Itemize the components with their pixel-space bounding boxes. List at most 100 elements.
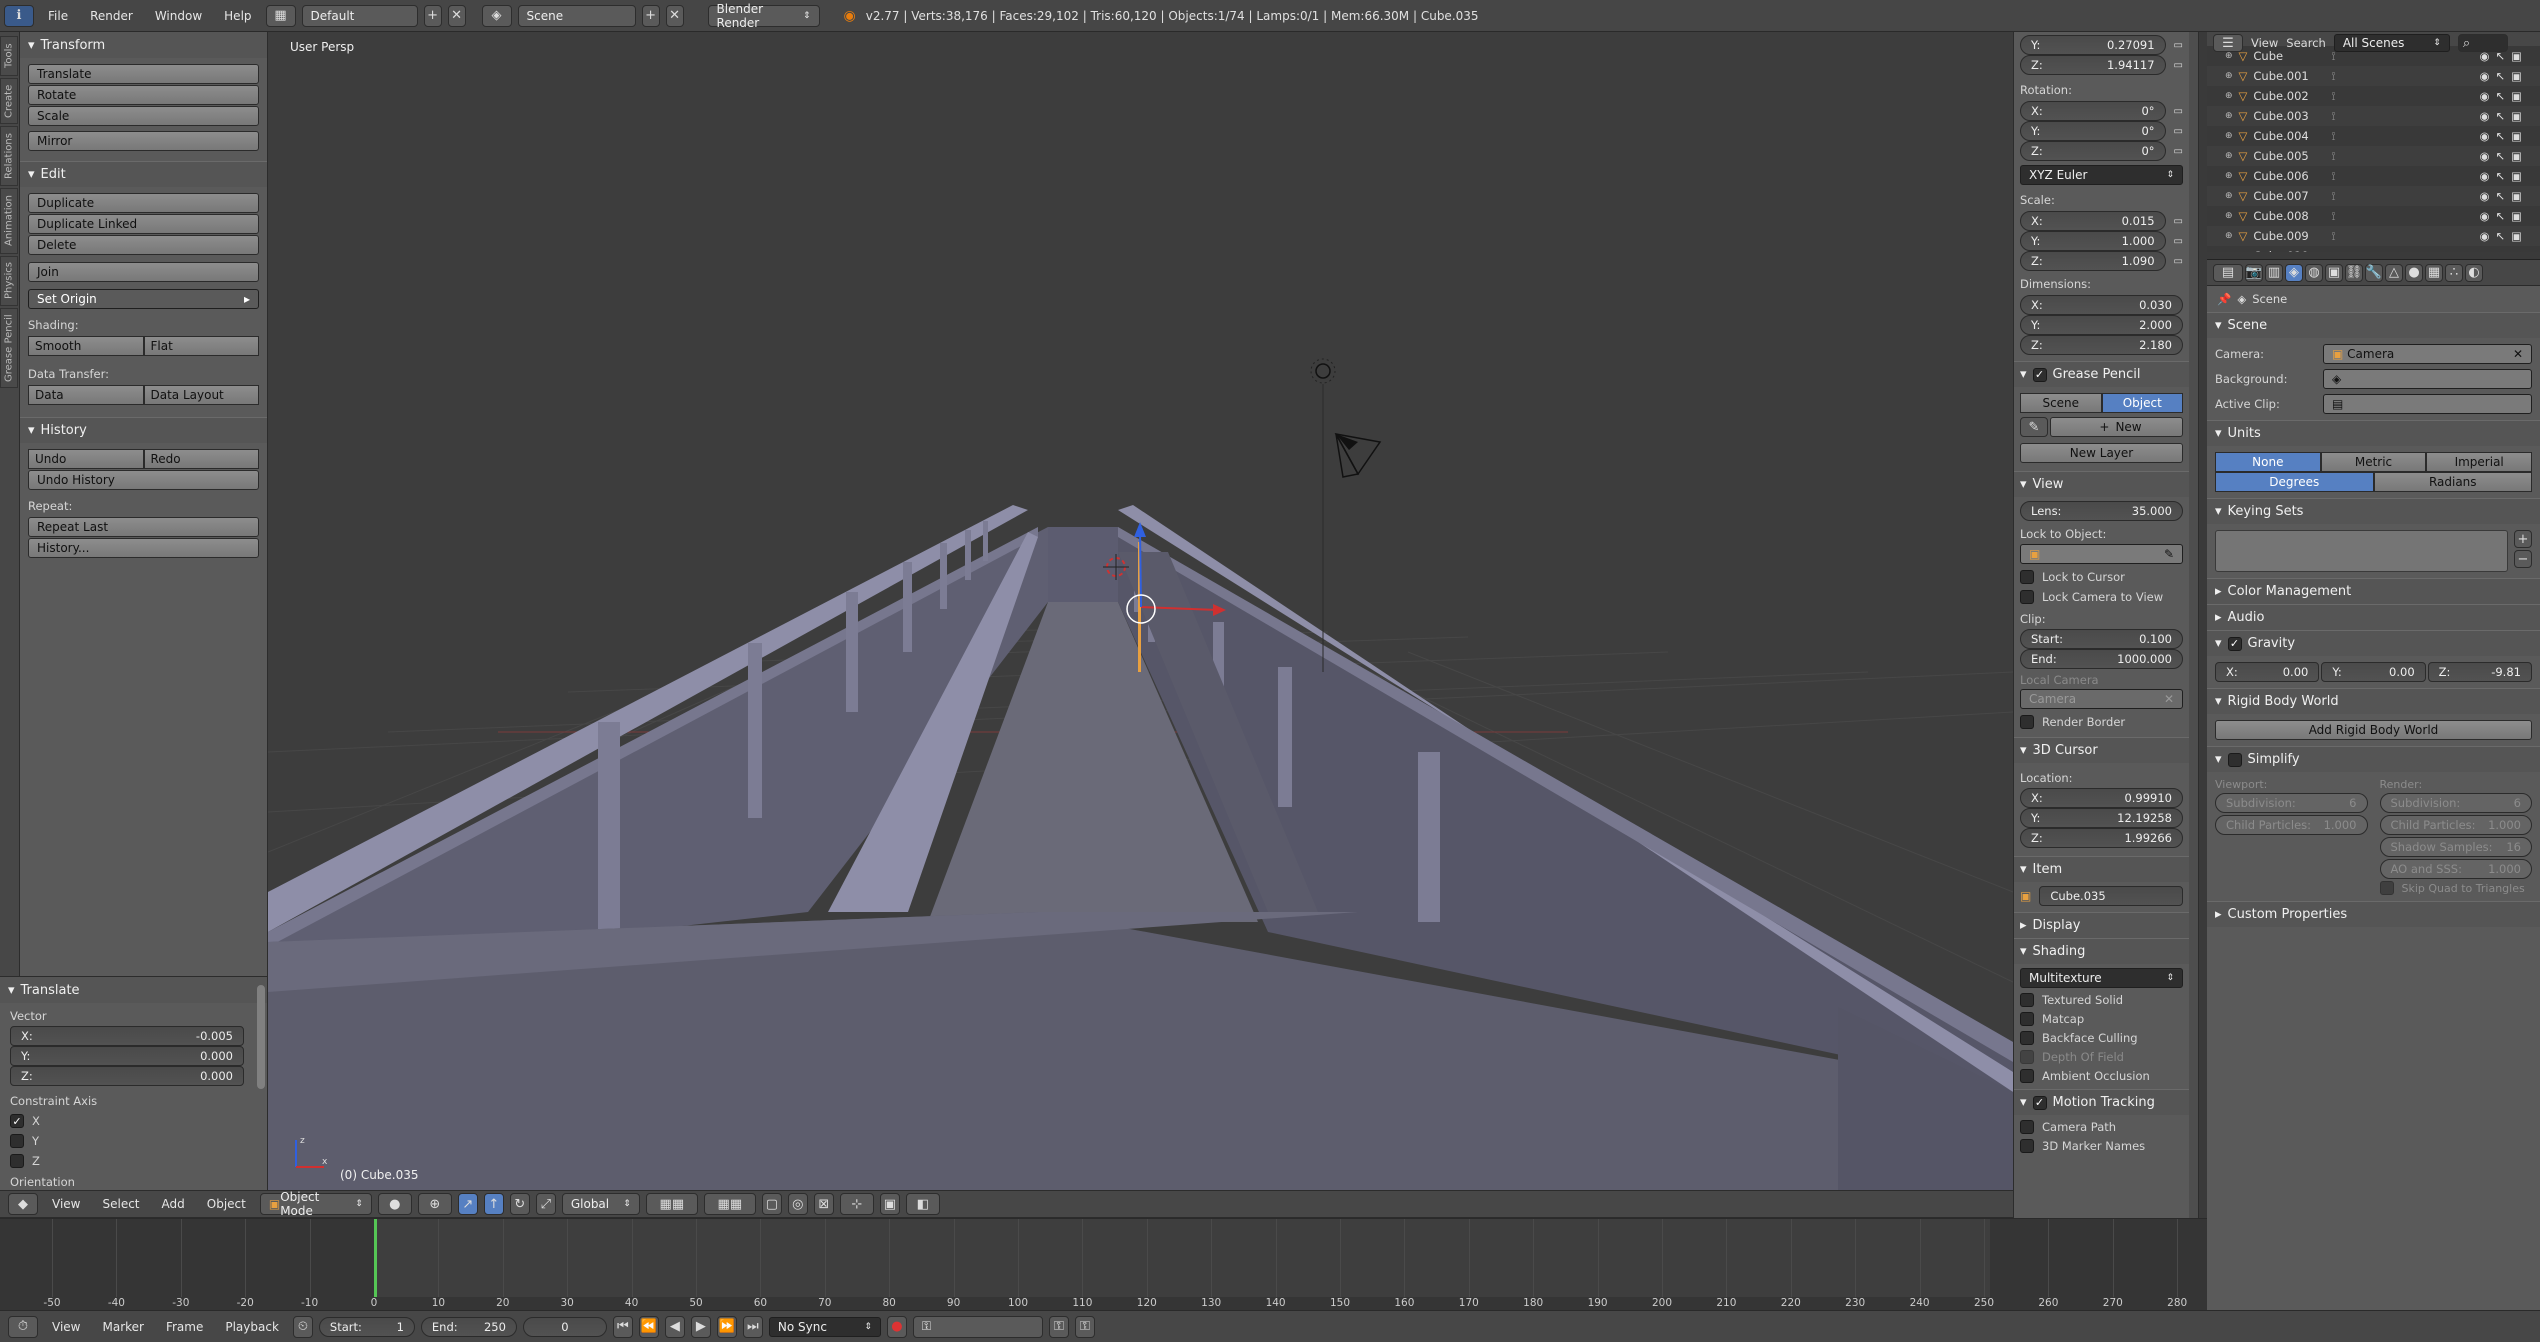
marker-names-checkbox[interactable] [2020, 1139, 2034, 1153]
timeline-menu-playback[interactable]: Playback [217, 1316, 287, 1338]
selectable-arrow-icon[interactable]: ↖ [2495, 89, 2505, 103]
keying-sets-panel-header[interactable]: ▾ Keying Sets [2207, 498, 2540, 524]
physics-tab-icon[interactable]: ◐ [2465, 263, 2483, 282]
motion-tracking-checkbox[interactable]: ✓ [2032, 1095, 2047, 1110]
delete-keyframe-icon[interactable]: ⚿ [1074, 1315, 1095, 1338]
menu-render[interactable]: Render [82, 5, 141, 27]
preview-range-icon[interactable]: ⏲ [292, 1315, 313, 1338]
jump-end-icon[interactable]: ⏭ [742, 1315, 763, 1338]
keying-sets-list[interactable] [2215, 530, 2508, 572]
visibility-eye-icon[interactable]: ◉ [2479, 169, 2489, 183]
jump-start-icon[interactable]: ⏮ [612, 1315, 633, 1338]
visibility-eye-icon[interactable]: ◉ [2479, 149, 2489, 163]
local-camera-field[interactable]: Camera ✕ [2020, 689, 2183, 709]
render-child-particles-field[interactable]: Child Particles: 1.000 [2379, 815, 2532, 835]
flat-button[interactable]: Flat [143, 336, 259, 356]
menu-object[interactable]: Object [199, 1193, 254, 1215]
new-layer-button[interactable]: New Layer [2020, 443, 2183, 463]
translate-manipulator-icon[interactable]: ↑ [483, 1193, 504, 1215]
cursor-z-field[interactable]: Z: 1.99266 [2020, 828, 2183, 848]
matcap-checkbox[interactable] [2020, 1012, 2034, 1026]
lock-icon[interactable]: ▭ [2174, 236, 2183, 247]
render-tab-icon[interactable]: 📷 [2245, 263, 2263, 282]
shading-panel-header[interactable]: ▾ Shading [2014, 938, 2189, 964]
lock-to-cursor-checkbox[interactable] [2020, 570, 2034, 584]
remove-layout-icon[interactable]: ✕ [447, 4, 466, 27]
add-rigid-body-world-button[interactable]: Add Rigid Body World [2215, 720, 2532, 740]
render-camera-icon[interactable]: ▣ [2511, 149, 2522, 163]
outliner-row[interactable]: ⊕ ▽ Cube.008 ⟟ ◉ ↖ ▣ [2207, 206, 2540, 226]
outliner-search-menu[interactable]: Search [2286, 36, 2326, 50]
dimension-y-field[interactable]: Y: 2.000 [2020, 315, 2183, 335]
viewport-3d[interactable]: z x User Persp (0) Cube.035 [268, 32, 2013, 1190]
expand-plus-icon[interactable]: ⊕ [2225, 231, 2233, 241]
location-z-field[interactable]: Z: 1.94117 [2020, 55, 2166, 75]
transform-orientation-select[interactable]: Global ⇕ [561, 1193, 640, 1215]
editor-type-timeline-icon[interactable]: ⏱ [8, 1315, 38, 1338]
editor-type-info-icon[interactable]: ℹ [4, 4, 34, 27]
menu-file[interactable]: File [40, 5, 76, 27]
selectable-arrow-icon[interactable]: ↖ [2495, 149, 2505, 163]
outliner-row[interactable]: ⊕ ▽ Cube.002 ⟟ ◉ ↖ ▣ [2207, 86, 2540, 106]
gravity-checkbox[interactable]: ✓ [2227, 636, 2242, 651]
grease-pencil-panel-header[interactable]: ▾ ✓ Grease Pencil [2014, 361, 2189, 387]
tab-create[interactable]: Create [0, 78, 18, 124]
expand-plus-icon[interactable]: ⊕ [2225, 91, 2233, 101]
vector-y-field[interactable]: Y: 0.000 [10, 1046, 244, 1066]
visibility-eye-icon[interactable]: ◉ [2479, 229, 2489, 243]
lens-field[interactable]: Lens: 35.000 [2020, 501, 2183, 521]
render-layers-tab-icon[interactable]: ▥ [2265, 263, 2283, 282]
render-camera-icon[interactable]: ▣ [2511, 109, 2522, 123]
delete-button[interactable]: Delete [28, 235, 259, 255]
3d-cursor-panel-header[interactable]: ▾ 3D Cursor [2014, 737, 2189, 763]
outliner-view-menu[interactable]: View [2251, 36, 2278, 50]
tab-tools[interactable]: Tools [0, 36, 18, 76]
gravity-z-field[interactable]: Z: -9.81 [2427, 662, 2532, 682]
render-preview-icon[interactable]: ▣ [879, 1193, 900, 1215]
snap-icon[interactable]: ⊠ [813, 1193, 834, 1215]
set-origin-dropdown[interactable]: Set Origin ▸ [28, 289, 259, 309]
outliner-row[interactable]: ⊕ ▽ Cube.006 ⟟ ◉ ↖ ▣ [2207, 166, 2540, 186]
play-reverse-icon[interactable]: ◀ [664, 1315, 685, 1338]
selectable-arrow-icon[interactable]: ↖ [2495, 249, 2505, 252]
view-panel-header[interactable]: ▾ View [2014, 471, 2189, 497]
timeline-menu-marker[interactable]: Marker [94, 1316, 151, 1338]
expand-plus-icon[interactable]: ⊕ [2225, 211, 2233, 221]
remove-scene-icon[interactable]: ✕ [665, 4, 684, 27]
selectable-arrow-icon[interactable]: ↖ [2495, 49, 2505, 63]
ambient-occlusion-checkbox[interactable] [2020, 1069, 2034, 1083]
expand-plus-icon[interactable]: ⊕ [2225, 51, 2233, 61]
add-layout-icon[interactable]: + [423, 4, 442, 27]
editor-type-properties-icon[interactable]: ▤ [2213, 263, 2243, 282]
scene-icon[interactable]: ◈ [481, 4, 512, 27]
skip-quad-checkbox[interactable] [2379, 881, 2394, 895]
keying-set-field[interactable]: ⚿ [912, 1315, 1043, 1338]
selectable-arrow-icon[interactable]: ↖ [2495, 129, 2505, 143]
scene-field[interactable]: Scene [517, 4, 636, 27]
shadow-samples-field[interactable]: Shadow Samples: 16 [2379, 837, 2532, 857]
menu-window[interactable]: Window [147, 5, 210, 27]
operator-panel-header[interactable]: ▾ Translate [0, 977, 267, 1003]
cursor-x-field[interactable]: X: 0.99910 [2020, 788, 2183, 808]
snap-element-icon[interactable]: ⊹ [839, 1193, 874, 1215]
scale-z-field[interactable]: Z: 1.090 [2020, 251, 2166, 271]
vector-z-field[interactable]: Z: 0.000 [10, 1066, 244, 1086]
custom-properties-panel-header[interactable]: ▸ Custom Properties [2207, 901, 2540, 927]
expand-plus-icon[interactable]: ⊕ [2225, 171, 2233, 181]
axis-z-checkbox[interactable] [10, 1154, 24, 1168]
grease-pencil-checkbox[interactable]: ✓ [2032, 367, 2047, 382]
undo-button[interactable]: Undo [28, 449, 144, 469]
visibility-eye-icon[interactable]: ◉ [2479, 109, 2489, 123]
lock-camera-checkbox[interactable] [2020, 590, 2034, 604]
expand-plus-icon[interactable]: ⊕ [2225, 191, 2233, 201]
motion-tracking-panel-header[interactable]: ▾ ✓ Motion Tracking [2014, 1089, 2189, 1115]
data-button[interactable]: Data [28, 385, 144, 405]
selectable-arrow-icon[interactable]: ↖ [2495, 169, 2505, 183]
rotation-x-field[interactable]: X: 0° [2020, 101, 2166, 121]
simplify-checkbox[interactable] [2227, 752, 2242, 767]
selectable-arrow-icon[interactable]: ↖ [2495, 229, 2505, 243]
auto-keying-record-icon[interactable]: ● [886, 1315, 907, 1338]
backface-culling-checkbox[interactable] [2020, 1031, 2034, 1045]
mode-select[interactable]: ▣ Object Mode ⇕ [259, 1190, 372, 1218]
render-camera-icon[interactable]: ▣ [2511, 249, 2522, 252]
